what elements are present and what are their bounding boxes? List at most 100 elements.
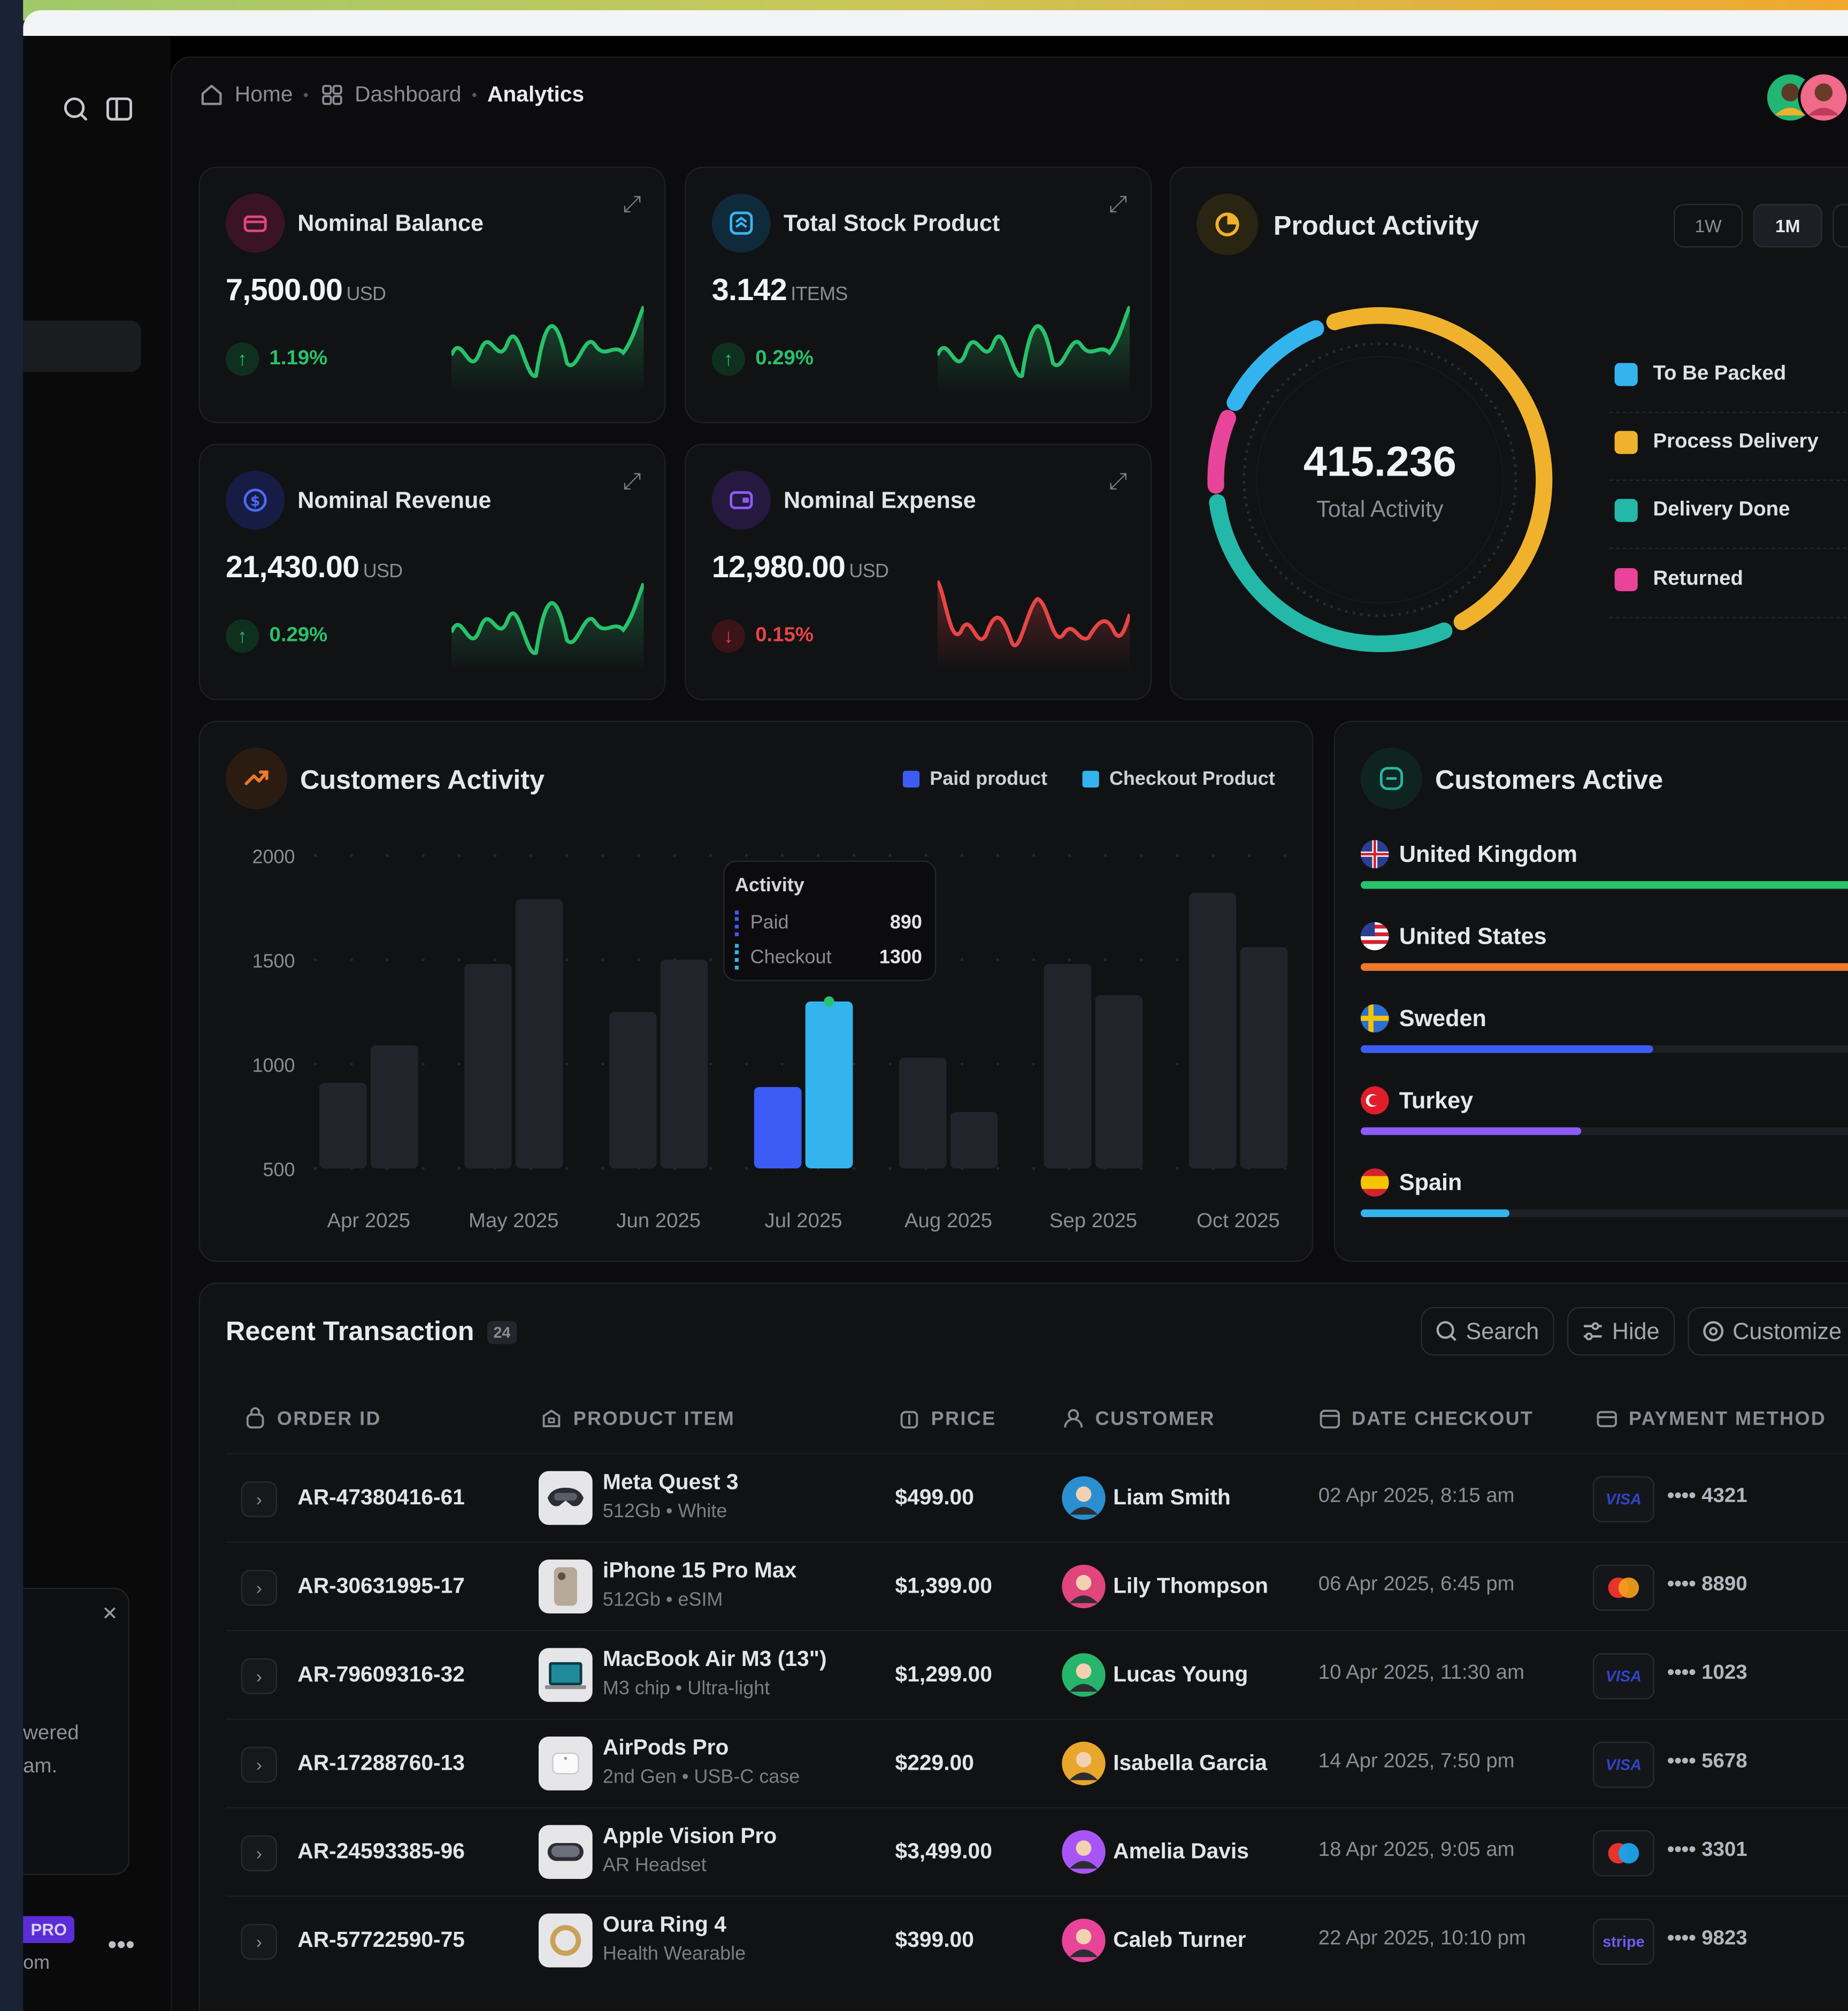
payment-method: VISA xyxy=(1592,1741,1654,1788)
breadcrumb-separator: • xyxy=(303,86,309,104)
product-detail: 512Gb • White xyxy=(602,1500,727,1523)
period-1w-button[interactable]: 1W xyxy=(1673,204,1743,248)
expand-row-button[interactable]: › xyxy=(241,1747,277,1783)
order-id[interactable]: AR-17288760-13 xyxy=(297,1750,465,1776)
table-row[interactable]: › AR-24593385-96 Apple Vision Pro AR Hea… xyxy=(226,1808,1848,1895)
table-row[interactable]: › AR-79609316-32 MacBook Air M3 (13") M3… xyxy=(226,1631,1848,1718)
bar-paid[interactable] xyxy=(1044,964,1092,1168)
column-customer[interactable]: CUSTOMER xyxy=(1062,1407,1215,1430)
expand-icon[interactable]: ⤢ xyxy=(1109,191,1128,218)
progress-fill xyxy=(1360,1045,1653,1053)
price-tag-icon xyxy=(900,1411,918,1429)
product-name: MacBook Air M3 (13") xyxy=(602,1647,827,1671)
bar-paid[interactable] xyxy=(1188,893,1237,1168)
order-id[interactable]: AR-24593385-96 xyxy=(297,1839,465,1865)
price: $1,299.00 xyxy=(895,1662,992,1687)
order-id[interactable]: AR-30631995-17 xyxy=(297,1574,465,1600)
progress-track xyxy=(1360,963,1848,971)
bar-paid[interactable] xyxy=(609,1012,657,1168)
sidebar: ✕ wered am. PRO om ••• xyxy=(23,36,171,2011)
order-id[interactable]: AR-47380416-61 xyxy=(297,1485,465,1511)
donut-total-label: Total Activity xyxy=(1316,496,1444,522)
customer-name: Amelia Davis xyxy=(1113,1839,1249,1864)
kpi-value: 12,980.00 USD xyxy=(711,550,889,585)
donut-arc-to-be-packed xyxy=(1226,320,1324,411)
kpi-unit: USD xyxy=(346,283,386,305)
bar-checkout[interactable] xyxy=(370,1045,418,1168)
desktop-edge xyxy=(0,0,24,2011)
breadcrumb-home[interactable]: Home xyxy=(235,82,293,108)
country-row: Sweden xyxy=(1360,1004,1848,1053)
breadcrumb-dashboard[interactable]: Dashboard xyxy=(355,82,461,108)
kpi-card-nominal-expense[interactable]: Nominal Expense ⤢ 12,980.00 USD ↓ 0.15% xyxy=(685,444,1152,700)
table-row[interactable]: › AR-57722590-75 Oura Ring 4 Health Wear… xyxy=(226,1897,1848,1984)
y-tick-label: 1500 xyxy=(252,950,295,972)
user-avatars[interactable] xyxy=(1765,72,1848,134)
column-price[interactable]: PRICE xyxy=(898,1407,996,1430)
expand-icon[interactable]: ⤢ xyxy=(623,191,641,218)
product-detail: Health Wearable xyxy=(602,1943,746,1965)
country-name: Sweden xyxy=(1399,1005,1486,1031)
bar-paid[interactable] xyxy=(464,964,512,1168)
column-order-id[interactable]: ORDER ID xyxy=(244,1407,381,1430)
period-1m-button[interactable]: 1M xyxy=(1753,204,1823,248)
bar-checkout[interactable] xyxy=(660,959,708,1168)
legend-to-be-packed: To Be Packed xyxy=(1614,363,1786,386)
kpi-value: 21,430.00 USD xyxy=(225,550,403,585)
kpi-card-nominal-revenue[interactable]: $ Nominal Revenue ⤢ 21,430.00 USD ↑ 0.29% xyxy=(198,444,666,700)
country-row: Turkey xyxy=(1360,1086,1848,1135)
column-payment-method[interactable]: PAYMENT METHOD xyxy=(1596,1407,1827,1430)
flag-icon xyxy=(1360,1004,1389,1033)
bar-checkout[interactable] xyxy=(805,1001,853,1168)
kpi-card-nominal-balance[interactable]: Nominal Balance ⤢ 7,500.00 USD ↑ 1.19% xyxy=(198,166,666,424)
country-name: Spain xyxy=(1399,1169,1462,1195)
bar-marker xyxy=(824,996,834,1007)
donut-arc-returned xyxy=(1207,410,1236,494)
product-image xyxy=(539,1559,593,1614)
expand-icon[interactable]: ⤢ xyxy=(623,468,641,495)
x-tick-label: Oct 2025 xyxy=(1197,1209,1280,1232)
kpi-card-total-stock[interactable]: Total Stock Product ⤢ 3.142 ITEMS ↑ 0.29% xyxy=(685,166,1152,424)
table-row[interactable]: › AR-30631995-17 iPhone 15 Pro Max 512Gb… xyxy=(226,1543,1848,1630)
bar-checkout[interactable] xyxy=(1095,995,1143,1168)
tooltip-paid-label: Paid xyxy=(750,912,789,934)
expand-row-button[interactable]: › xyxy=(241,1570,277,1606)
hide-button[interactable]: Hide xyxy=(1567,1306,1675,1356)
sidebar-promo-card: ✕ wered am. xyxy=(23,1587,130,1875)
progress-fill xyxy=(1360,1127,1582,1135)
column-product-item[interactable]: PRODUCT ITEM xyxy=(540,1407,735,1430)
customize-button[interactable]: Customize xyxy=(1688,1306,1848,1356)
donut-chart: 415.236 Total Activity xyxy=(1207,307,1553,652)
expand-row-button[interactable]: › xyxy=(241,1835,277,1871)
avatar xyxy=(1062,1741,1106,1786)
order-id[interactable]: AR-79609316-32 xyxy=(297,1662,465,1688)
bar-paid[interactable] xyxy=(754,1087,802,1168)
expand-row-button[interactable]: › xyxy=(241,1923,277,1960)
bar-paid[interactable] xyxy=(319,1083,367,1168)
bar-checkout[interactable] xyxy=(950,1112,998,1168)
panel-toggle-icon[interactable] xyxy=(105,95,134,123)
search-button[interactable]: Search xyxy=(1421,1306,1554,1356)
table-row[interactable]: › AR-47380416-61 Meta Quest 3 512Gb • Wh… xyxy=(226,1455,1848,1542)
product-activity-card: Product Activity 1W 1M 415.236 Total Act… xyxy=(1169,166,1848,700)
column-date-checkout[interactable]: DATE CHECKOUT xyxy=(1318,1407,1534,1430)
bar-checkout[interactable] xyxy=(1240,947,1288,1168)
period-more-button[interactable] xyxy=(1832,204,1848,248)
table-row[interactable]: › AR-17288760-13 AirPods Pro 2nd Gen • U… xyxy=(226,1720,1848,1807)
kpi-change: ↑ 0.29% xyxy=(225,619,327,653)
payment-method-label: VISA xyxy=(1605,1490,1642,1509)
search-icon[interactable] xyxy=(62,95,90,123)
more-icon[interactable]: ••• xyxy=(108,1931,134,1961)
progress-track xyxy=(1360,1209,1848,1218)
expand-row-button[interactable]: › xyxy=(241,1481,277,1518)
sidebar-active-item[interactable] xyxy=(23,320,141,372)
order-id[interactable]: AR-57722590-75 xyxy=(297,1928,465,1953)
credit-card-icon xyxy=(1597,1411,1617,1427)
expand-icon[interactable]: ⤢ xyxy=(1109,468,1128,495)
bar-paid[interactable] xyxy=(899,1058,947,1168)
close-icon[interactable]: ✕ xyxy=(102,1602,118,1625)
bar-checkout[interactable] xyxy=(515,899,563,1168)
expand-row-button[interactable]: › xyxy=(241,1658,277,1694)
payment-method: VISA xyxy=(1592,1653,1654,1700)
avatar xyxy=(1062,1564,1106,1609)
